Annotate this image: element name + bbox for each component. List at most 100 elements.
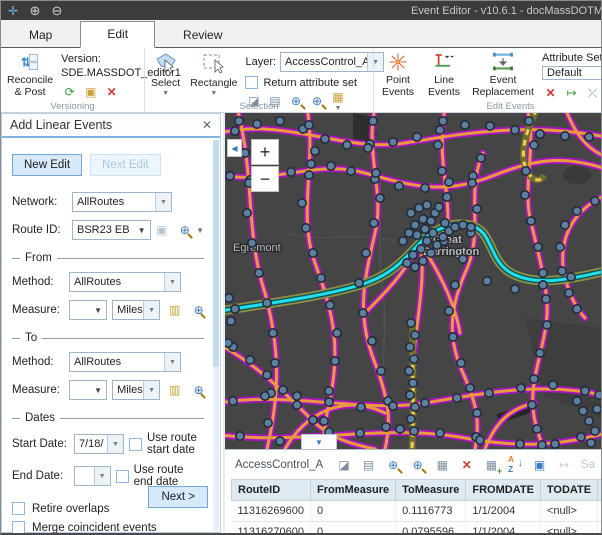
to-measure-caret[interactable]: ▼ xyxy=(90,381,106,399)
from-measure-caret[interactable]: ▼ xyxy=(90,301,106,319)
to-measure-combobox[interactable]: ▼ xyxy=(69,380,107,400)
version-refresh-icon[interactable]: ⟳ xyxy=(61,84,78,100)
table-clear-selection-icon[interactable]: ✕ xyxy=(459,457,475,473)
panel-scrollbar[interactable] xyxy=(213,140,219,531)
col-ac[interactable]: AC xyxy=(598,480,601,501)
map-zoom-in-button[interactable]: + xyxy=(251,139,279,165)
table-sort-icon[interactable]: AZ↓ xyxy=(508,457,523,473)
table-calculator-icon[interactable]: ▦ xyxy=(434,457,450,473)
attribute-set-combobox[interactable]: Default ▼ xyxy=(542,66,602,80)
table-select-icon[interactable]: ◪ xyxy=(336,457,352,473)
use-route-start-date-checkbox[interactable] xyxy=(129,438,142,451)
from-method-caret[interactable]: ▼ xyxy=(164,273,180,291)
from-unit-combobox[interactable]: Miles ▼ xyxy=(112,300,160,320)
route-id-caret[interactable]: ▼ xyxy=(134,221,150,239)
to-unit-caret[interactable]: ▼ xyxy=(143,381,159,399)
col-todate[interactable]: TODATE xyxy=(540,480,597,501)
panel-title: Add Linear Events xyxy=(10,118,112,132)
tab-review[interactable]: Review xyxy=(163,24,242,47)
from-measure-label: Measure: xyxy=(12,304,64,316)
point-events-icon xyxy=(385,52,411,72)
to-pick-measure-icon[interactable]: ▥ xyxy=(169,382,180,398)
merge-coincident-events-checkbox[interactable] xyxy=(12,521,25,534)
split-event-icon[interactable]: ✕ xyxy=(542,85,559,101)
group-edit-events: Point Events Line Events xyxy=(373,48,602,112)
select-dropdown-caret[interactable]: ▼ xyxy=(162,90,169,97)
reconcile-post-button[interactable]: ⇅ Reconcile & Post xyxy=(5,51,55,99)
new-edit-button[interactable]: New Edit xyxy=(12,154,82,176)
from-measure-combobox[interactable]: ▼ xyxy=(69,300,107,320)
event-replacement-button[interactable]: Event Replacement xyxy=(470,51,536,99)
to-zoom-measure-icon[interactable]: ⊕ xyxy=(193,382,204,398)
delete-version-icon[interactable]: ✕ xyxy=(103,84,120,100)
table-row[interactable]: 11316270600 0 0.0795596 1/1/2004 <null> … xyxy=(232,522,602,534)
from-pick-measure-icon[interactable]: ▥ xyxy=(169,302,180,318)
table-pan-selection-icon[interactable]: ⊕ xyxy=(410,457,426,473)
point-events-button[interactable]: Point Events xyxy=(378,51,418,99)
collapse-table-button[interactable]: ▼ xyxy=(301,434,337,449)
next-edit-button[interactable]: Next Edit xyxy=(90,154,161,176)
ribbon: ⇅ Reconcile & Post Version: SDE.MASSDOT_… xyxy=(1,48,601,113)
map-canvas: Egremont Great Barrington xyxy=(225,113,602,449)
tab-map[interactable]: Map xyxy=(9,24,72,47)
group-label-selection: Selection xyxy=(145,101,373,112)
table-rows-icon[interactable]: ▤ xyxy=(361,457,377,473)
line-events-button[interactable]: Line Events xyxy=(424,51,464,99)
from-method-combobox[interactable]: AllRoutes ▼ xyxy=(69,272,181,292)
next-button[interactable]: Next > xyxy=(148,486,208,508)
col-frommeasure[interactable]: FromMeasure xyxy=(310,480,395,501)
group-versioning: ⇅ Reconcile & Post Version: SDE.MASSDOT_… xyxy=(1,48,144,112)
route-id-combobox[interactable]: BSR23 EB ▼ xyxy=(72,220,151,240)
layer-label: Layer: xyxy=(245,56,276,68)
zoom-in-icon[interactable]: ⊕ xyxy=(27,3,43,19)
select-button[interactable]: Select ▼ xyxy=(149,51,182,99)
table-layer-name[interactable]: AccessControl_A xyxy=(235,459,323,471)
from-unit-caret[interactable]: ▼ xyxy=(143,301,159,319)
retire-overlaps-checkbox[interactable] xyxy=(12,502,25,515)
table-attribute-window-icon[interactable]: ▣ xyxy=(532,457,548,473)
merge-event-icon[interactable]: ⤫ xyxy=(584,85,601,101)
col-tomeasure[interactable]: ToMeasure xyxy=(396,480,466,501)
end-date-field[interactable]: ▼ xyxy=(74,466,111,486)
end-date-label: End Date: xyxy=(12,470,69,482)
reconcile-post-icon: ⇅ xyxy=(17,52,43,72)
to-unit-combobox[interactable]: Miles ▼ xyxy=(112,380,160,400)
to-method-combobox[interactable]: AllRoutes ▼ xyxy=(69,352,181,372)
start-date-caret[interactable]: ▼ xyxy=(107,435,123,453)
new-version-icon[interactable]: ▣ xyxy=(82,84,99,100)
return-attribute-set-checkbox[interactable] xyxy=(245,76,258,89)
dates-legend: Dates xyxy=(25,412,55,424)
table-add-record-icon[interactable]: ▦+ xyxy=(484,457,500,473)
merge-coincident-events-label: Merge coincident events xyxy=(32,522,157,534)
zoom-out-icon[interactable]: ⊖ xyxy=(49,3,65,19)
table-row[interactable]: 11316269600 0 0.1116773 1/1/2004 <null> … xyxy=(232,501,602,522)
table-zoom-selection-icon[interactable]: ⊕ xyxy=(385,457,401,473)
map-zoom-out-button[interactable]: − xyxy=(251,166,279,192)
to-measure-label: Measure: xyxy=(12,384,64,396)
to-method-caret[interactable]: ▼ xyxy=(164,353,180,371)
panel-close-icon[interactable]: ✕ xyxy=(202,118,212,132)
network-combobox[interactable]: AllRoutes ▼ xyxy=(72,192,172,212)
collapse-panel-left-button[interactable]: ◀ xyxy=(227,139,242,157)
table-save-label[interactable]: Sa xyxy=(581,459,595,471)
pick-route-on-map-icon[interactable]: ▣ xyxy=(156,222,168,238)
start-date-field[interactable]: 7/18/ ▼ xyxy=(74,434,124,454)
layer-combobox[interactable]: AccessControl_A ▼ xyxy=(280,52,384,72)
zoom-route-caret[interactable]: ▼ xyxy=(196,227,204,235)
pan-icon[interactable]: ✛ xyxy=(5,3,21,19)
network-caret[interactable]: ▼ xyxy=(155,193,171,211)
use-route-end-date-checkbox[interactable] xyxy=(116,470,129,483)
route-id-label: Route ID: xyxy=(12,224,67,236)
from-zoom-measure-icon[interactable]: ⊕ xyxy=(193,302,204,318)
map-view[interactable]: Egremont Great Barrington ◀ + − ▼ xyxy=(223,113,602,449)
tab-edit[interactable]: Edit xyxy=(80,21,155,48)
zoom-to-route-icon[interactable]: ⊕ xyxy=(179,222,191,238)
col-fromdate[interactable]: FROMDATE xyxy=(466,480,541,501)
table-measure-icon[interactable]: ↦ xyxy=(556,457,572,473)
rectangle-dropdown-caret[interactable]: ▼ xyxy=(210,90,217,97)
col-routeid[interactable]: RouteID xyxy=(232,480,311,501)
measure-event-icon[interactable]: ↦ xyxy=(563,85,580,101)
end-date-caret[interactable]: ▼ xyxy=(94,467,110,485)
rectangle-button[interactable]: Rectangle ▼ xyxy=(188,51,239,99)
use-route-end-date-label: Use route end date xyxy=(134,464,204,488)
